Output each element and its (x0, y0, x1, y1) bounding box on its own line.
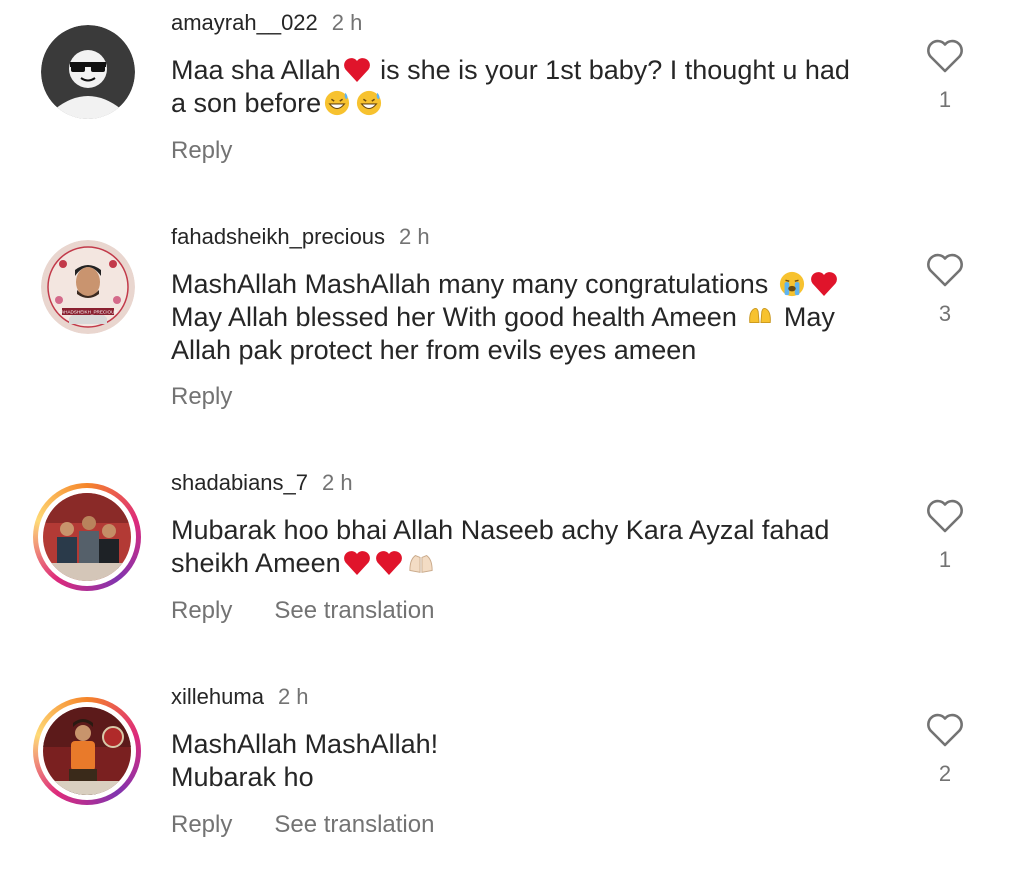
grinning-sweat-emoji-icon (357, 90, 382, 116)
username[interactable]: fahadsheikh_precious (171, 224, 385, 249)
comment-actions: Reply (171, 383, 232, 411)
reply-button[interactable]: Reply (171, 383, 232, 410)
see-translation-button[interactable]: See translation (274, 811, 434, 838)
timestamp: 2 h (277, 684, 309, 709)
avatar-caption: FAHADSHEIKH_PRECIOUS (59, 310, 118, 315)
timestamp: 2 h (399, 224, 430, 249)
comment-text-line: MashAllah MashAllah many many congratula… (171, 269, 769, 299)
group-photo-avatar-icon (43, 493, 131, 581)
palms-up-together-emoji-icon (409, 555, 433, 573)
username[interactable]: amayrah__022 (171, 10, 318, 35)
like-control: 3 (922, 252, 968, 326)
comment-meta: shadabians_7 2 h (171, 470, 353, 496)
open-hands-emoji-icon (749, 308, 772, 324)
red-heart-emoji-icon (375, 551, 402, 575)
comment-text-line: May Allah blessed her With good health A… (171, 302, 737, 332)
reply-button[interactable]: Reply (171, 137, 232, 164)
username[interactable]: shadabians_7 (171, 470, 308, 495)
red-heart-emoji-icon (343, 58, 370, 82)
like-control: 1 (922, 498, 968, 572)
like-count: 1 (938, 547, 952, 572)
avatar-with-story-ring[interactable] (33, 697, 141, 805)
like-count: 2 (938, 761, 952, 786)
person-photo-avatar-icon (43, 707, 131, 795)
red-heart-emoji-icon (343, 551, 370, 575)
reply-button[interactable]: Reply (171, 597, 232, 624)
loudly-crying-emoji-icon (779, 271, 804, 297)
red-heart-emoji-icon (810, 272, 837, 296)
avatar-photo (43, 493, 131, 581)
comment-text-line: is she is your 1st baby? I thought u had (380, 55, 850, 85)
comment-actions: Reply See translation (171, 597, 434, 625)
like-count: 1 (938, 87, 952, 112)
avatar-photo (43, 707, 131, 795)
username[interactable]: xillehuma (171, 684, 264, 709)
comment-text-line: May (783, 302, 835, 332)
reply-button[interactable]: Reply (171, 811, 232, 838)
comment-actions: Reply See translation (171, 811, 434, 839)
comment-actions: Reply (171, 137, 232, 165)
story-ring-gap (38, 702, 136, 800)
comment-text-line: a son before (171, 88, 322, 118)
comment-text: MashAllah MashAllah! Mubarak ho (171, 728, 901, 794)
comment-meta: fahadsheikh_precious 2 h (171, 224, 430, 250)
comment-text-line: Allah pak protect her from evils eyes am… (171, 335, 697, 365)
comment-meta: xillehuma 2 h (171, 684, 309, 710)
grinning-sweat-emoji-icon (325, 90, 350, 116)
comment-text-line: Mubarak ho (171, 762, 314, 792)
cool-face-avatar-icon (41, 25, 135, 119)
heart-outline-icon[interactable] (925, 498, 965, 534)
avatar-with-story-ring[interactable] (33, 483, 141, 591)
heart-outline-icon[interactable] (925, 712, 965, 748)
avatar[interactable] (41, 25, 135, 119)
comment-text-line: sheikh Ameen (171, 548, 341, 578)
story-ring-gap (38, 488, 136, 586)
comment-text-line: Mubarak hoo bhai Allah Naseeb achy Kara … (171, 515, 830, 545)
like-count: 3 (938, 301, 952, 326)
comment-text: Maa sha Allah is she is your 1st baby? I… (171, 54, 901, 120)
comment-text: Mubarak hoo bhai Allah Naseeb achy Kara … (171, 514, 901, 580)
profile-photo-avatar-icon: FAHADSHEIKH_PRECIOUS (41, 240, 135, 334)
like-control: 1 (922, 38, 968, 112)
comment-text: MashAllah MashAllah many many congratula… (171, 268, 901, 367)
timestamp: 2 h (322, 470, 353, 495)
timestamp: 2 h (331, 10, 363, 35)
heart-outline-icon[interactable] (925, 252, 965, 288)
comment-meta: amayrah__022 2 h (171, 10, 362, 36)
comment-text-line: Maa sha Allah (171, 55, 341, 85)
comment-text-line: MashAllah MashAllah! (171, 729, 439, 759)
avatar[interactable]: FAHADSHEIKH_PRECIOUS (41, 240, 135, 334)
heart-outline-icon[interactable] (925, 38, 965, 74)
see-translation-button[interactable]: See translation (274, 597, 434, 624)
like-control: 2 (922, 712, 968, 786)
